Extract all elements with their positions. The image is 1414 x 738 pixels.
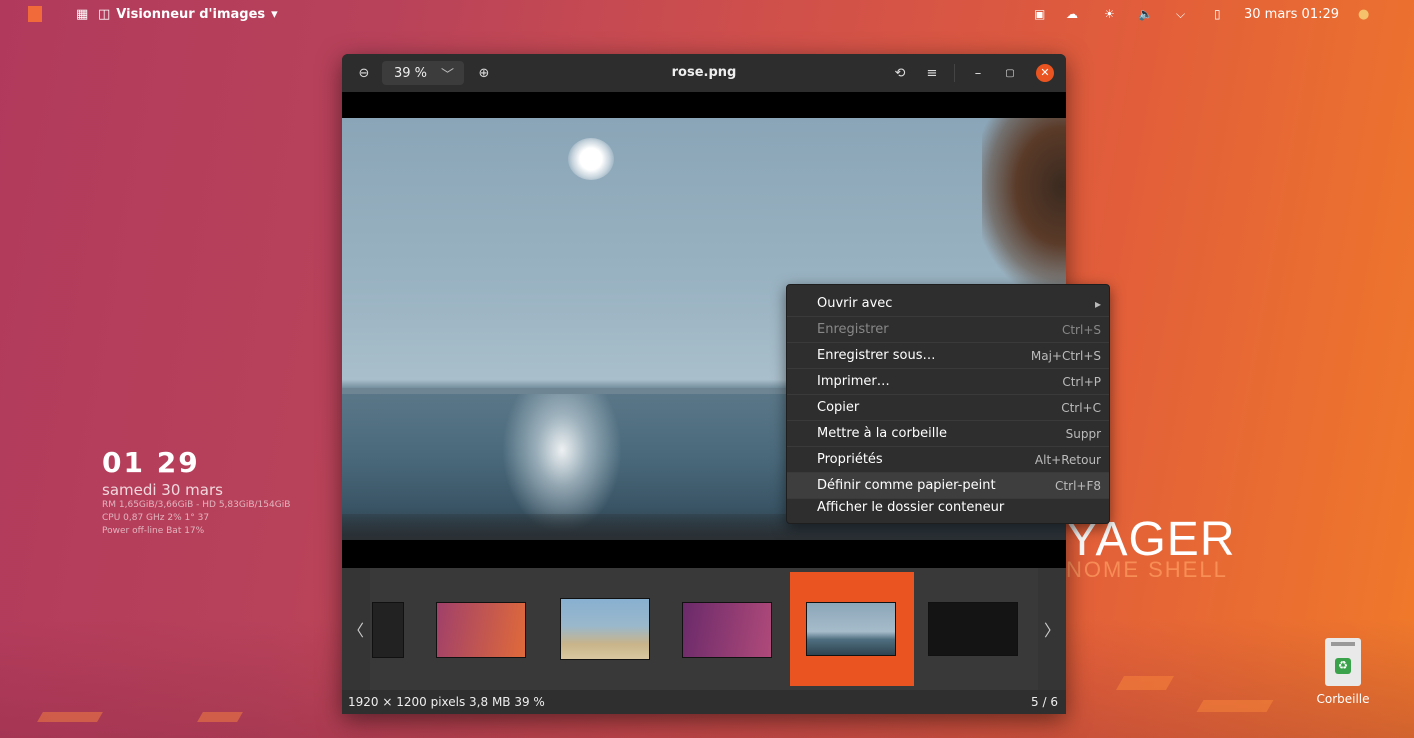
user-icon[interactable]: ● (1358, 6, 1369, 22)
status-bar: 1920 × 1200 pixels 3,8 MB 39 % 5 / 6 (342, 690, 1066, 714)
image-position: 5 / 6 (1031, 695, 1058, 709)
terminal-icon[interactable]: ▣ (1034, 6, 1045, 22)
thumbnail[interactable] (436, 602, 526, 658)
volume-icon[interactable]: 🔈 (1138, 6, 1153, 22)
thumbnail[interactable] (372, 602, 404, 658)
hamburger-menu-button[interactable]: ≡ (922, 63, 942, 83)
wallpaper-logo-subtitle: NOME SHELL (1066, 557, 1228, 582)
brightness-icon[interactable]: ☀ (1104, 6, 1115, 22)
minimize-button[interactable]: – (968, 63, 988, 83)
weather-icon[interactable]: ☁ (1066, 6, 1078, 22)
activities-button[interactable] (28, 6, 42, 22)
divider (954, 64, 955, 82)
trash-icon: ♻ (1325, 638, 1361, 686)
header-bar: ⊖ 39 % ﹀ ⊕ rose.png ⟲ ≡ – ▢ ✕ (342, 54, 1066, 93)
zoom-out-button[interactable]: ⊖ (354, 63, 374, 83)
image-viewer-icon: ◫ (98, 6, 111, 22)
scroll-right-button[interactable]: 〉 (1038, 568, 1066, 690)
conky-memory: RM 1,65GiB/3,66GiB - HD 5,83GiB/154GiB (102, 500, 291, 510)
conky-widget: 01 29 samedi 30 mars RM 1,65GiB/3,66GiB … (102, 446, 290, 538)
zoom-in-button[interactable]: ⊕ (474, 63, 494, 83)
chevron-down-icon[interactable]: ﹀ (441, 64, 454, 83)
conky-cpu: CPU 0,87 GHz 2% 1° 37 (102, 513, 210, 523)
wallpaper-tile (197, 712, 243, 722)
scroll-left-button[interactable]: 〈 (342, 568, 370, 690)
menu-item-properties[interactable]: Propriétés Alt+Retour (787, 447, 1109, 472)
image-info: 1920 × 1200 pixels 3,8 MB 39 % (348, 695, 545, 709)
context-menu: Ouvrir avec ▸ Enregistrer Ctrl+S Enregis… (786, 284, 1110, 524)
menu-item-save[interactable]: Enregistrer Ctrl+S (787, 317, 1109, 342)
top-panel: ▦ ◫ Visionneur d'images ▾ ▣ ☁ ☀ 🔈 ⌵ ▯ 30… (0, 0, 1414, 28)
rotate-button[interactable]: ⟲ (890, 63, 910, 83)
network-icon[interactable]: ⌵ (1176, 6, 1185, 22)
menu-item-save-as[interactable]: Enregistrer sous… Maj+Ctrl+S (787, 343, 1109, 368)
wallpaper-tile (1115, 676, 1175, 690)
thumbnail[interactable] (928, 602, 1018, 656)
wallpaper-tile (37, 712, 103, 722)
wallpaper-tile (1196, 700, 1274, 712)
app-menu[interactable]: ◫ Visionneur d'images ▾ (98, 6, 278, 22)
maximize-button[interactable]: ▢ (1000, 63, 1020, 83)
trash-label: Corbeille (1316, 692, 1370, 706)
water-reflection (502, 394, 622, 534)
app-grid-icon[interactable]: ▦ (76, 6, 88, 22)
person-silhouette (982, 118, 1066, 288)
sun (568, 138, 614, 180)
app-menu-label: Visionneur d'images (116, 6, 266, 22)
conky-time: 01 29 (102, 446, 200, 479)
battery-icon[interactable]: ▯ (1214, 6, 1221, 22)
thumbnail-selected[interactable] (806, 602, 896, 656)
conky-power: Power off-line Bat 17% (102, 526, 205, 536)
menu-item-open-with[interactable]: Ouvrir avec ▸ (787, 291, 1109, 316)
trash-desktop-icon[interactable]: ♻ Corbeille (1314, 638, 1372, 706)
thumbnail-bar: 〈 〉 (342, 568, 1066, 690)
zoom-combo[interactable]: 39 % ﹀ (382, 61, 464, 85)
thumbnail[interactable] (682, 602, 772, 658)
menu-item-show-containing-folder[interactable]: Afficher le dossier conteneur (787, 495, 1109, 520)
menu-item-copy[interactable]: Copier Ctrl+C (787, 395, 1109, 420)
close-button[interactable]: ✕ (1036, 64, 1054, 82)
conky-date: samedi 30 mars (102, 481, 223, 499)
thumbnail[interactable] (560, 598, 650, 660)
menu-item-print[interactable]: Imprimer… Ctrl+P (787, 369, 1109, 394)
menu-item-move-to-trash[interactable]: Mettre à la corbeille Suppr (787, 421, 1109, 446)
submenu-arrow-icon: ▸ (1094, 296, 1101, 311)
chevron-down-icon: ▾ (271, 6, 278, 22)
clock[interactable]: 30 mars 01:29 (1244, 6, 1339, 22)
zoom-value: 39 % (394, 65, 428, 81)
